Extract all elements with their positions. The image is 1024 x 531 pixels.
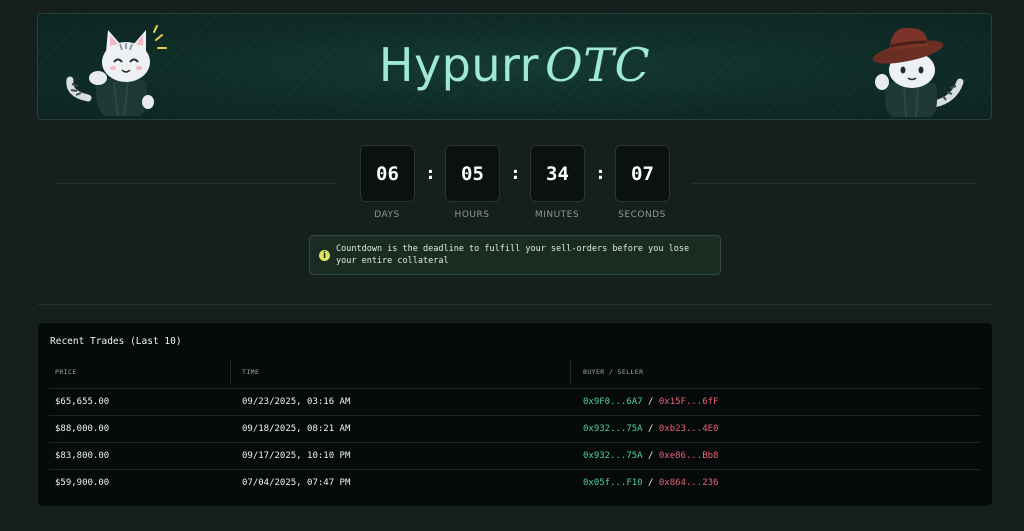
party-separator: / bbox=[648, 424, 654, 434]
countdown-notice: i Countdown is the deadline to fulfill y… bbox=[309, 235, 721, 275]
seller-address[interactable]: 0xe86...Bb8 bbox=[659, 451, 719, 461]
countdown-days-label: DAYS bbox=[374, 210, 400, 220]
column-header-time: TIME bbox=[242, 368, 260, 376]
seller-address[interactable]: 0x15F...6fF bbox=[659, 397, 719, 407]
column-divider bbox=[230, 360, 231, 384]
trade-parties: 0x932...75A / 0xe86...Bb8 bbox=[583, 451, 718, 461]
table-row: $59,900.00 07/04/2025, 07:47 PM 0x05f...… bbox=[49, 469, 981, 496]
notice-text: Countdown is the deadline to fulfill you… bbox=[336, 244, 690, 266]
table-row: $65,655.00 09/23/2025, 03:16 AM 0x9F0...… bbox=[49, 388, 981, 415]
recent-trades-title: Recent Trades (Last 10) bbox=[50, 336, 182, 347]
trade-price: $59,900.00 bbox=[55, 478, 110, 488]
section-divider bbox=[38, 304, 992, 305]
recent-trades-panel: Recent Trades (Last 10) PRICE TIME BUYER… bbox=[38, 323, 992, 506]
countdown-hours-label: HOURS bbox=[454, 210, 490, 220]
buyer-address[interactable]: 0x9F0...6A7 bbox=[583, 397, 643, 407]
trade-time: 07/04/2025, 07:47 PM bbox=[242, 478, 351, 488]
countdown-seconds-label: SECONDS bbox=[618, 210, 666, 220]
trade-price: $65,655.00 bbox=[55, 397, 110, 407]
countdown-minutes-label: MINUTES bbox=[534, 210, 580, 220]
trade-time: 09/17/2025, 10:10 PM bbox=[242, 451, 351, 461]
header-banner: Hypurr OTC bbox=[37, 13, 992, 120]
countdown-separator: : bbox=[595, 163, 606, 184]
buyer-address[interactable]: 0x05f...F10 bbox=[583, 478, 643, 488]
column-divider bbox=[570, 360, 571, 384]
buyer-address[interactable]: 0x932...75A bbox=[583, 451, 643, 461]
trade-parties: 0x932...75A / 0xb23...4E0 bbox=[583, 424, 718, 434]
trade-parties: 0x05f...F10 / 0x864...236 bbox=[583, 478, 718, 488]
seller-address[interactable]: 0x864...236 bbox=[659, 478, 719, 488]
buyer-address[interactable]: 0x932...75A bbox=[583, 424, 643, 434]
trade-price: $88,000.00 bbox=[55, 424, 110, 434]
party-separator: / bbox=[648, 478, 654, 488]
brand-name: Hypurr bbox=[378, 38, 540, 92]
countdown-separator: : bbox=[425, 163, 436, 184]
countdown-hours: 05 bbox=[445, 145, 500, 202]
column-header-parties: BUYER / SELLER bbox=[583, 368, 644, 376]
info-icon: i bbox=[319, 250, 330, 261]
trade-time: 09/23/2025, 03:16 AM bbox=[242, 397, 351, 407]
seller-address[interactable]: 0xb23...4E0 bbox=[659, 424, 719, 434]
cowboy-cat-mascot-icon bbox=[856, 20, 971, 119]
divider-left bbox=[55, 183, 335, 184]
countdown-minutes: 34 bbox=[530, 145, 585, 202]
party-separator: / bbox=[648, 397, 654, 407]
brand-suffix: OTC bbox=[545, 38, 651, 92]
brand-logo: Hypurr OTC bbox=[38, 38, 991, 92]
trade-parties: 0x9F0...6A7 / 0x15F...6fF bbox=[583, 397, 718, 407]
countdown-days: 06 bbox=[360, 145, 415, 202]
countdown-seconds: 07 bbox=[615, 145, 670, 202]
table-row: $88,000.00 09/18/2025, 08:21 AM 0x932...… bbox=[49, 415, 981, 442]
divider-right bbox=[692, 183, 975, 184]
table-row: $83,800.00 09/17/2025, 10:10 PM 0x932...… bbox=[49, 442, 981, 469]
trade-time: 09/18/2025, 08:21 AM bbox=[242, 424, 351, 434]
column-header-price: PRICE bbox=[55, 368, 77, 376]
party-separator: / bbox=[648, 451, 654, 461]
countdown-separator: : bbox=[510, 163, 521, 184]
trade-price: $83,800.00 bbox=[55, 451, 110, 461]
